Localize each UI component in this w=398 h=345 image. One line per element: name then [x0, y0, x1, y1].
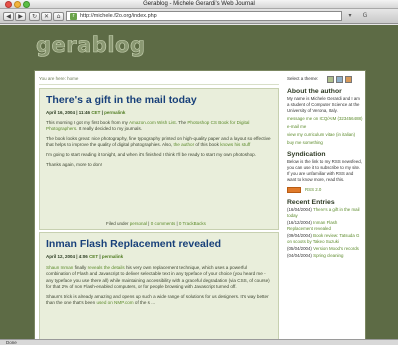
sidebar: Select a theme: About the author My name… [287, 75, 363, 260]
post-body: This morning I got my first book from my… [46, 120, 272, 172]
recent-entry[interactable]: (04/04/2004) Spring cleaning [287, 253, 363, 259]
home-button[interactable]: ⌂ [53, 12, 64, 21]
about-text: My name is Michele Gerardi and I am a st… [287, 96, 360, 113]
filed-under-label: Filed under [106, 221, 130, 226]
entry-date: (16/12/2004) [287, 220, 312, 225]
post-body: Shaun Inman finally reveals the details … [46, 265, 272, 310]
content-container: You are here: home There's a gift in the… [34, 70, 366, 339]
post-text: . The [175, 120, 188, 125]
site-favicon-icon: r [70, 13, 77, 20]
syndication-text: Below is the link to my RSS newsfeed, yo… [287, 159, 362, 182]
post-text: Shaun's trick is already amazing and ope… [46, 293, 269, 306]
permalink-link[interactable]: permalink [102, 254, 123, 259]
browser-toolbar: ◀ ▶ ↻ ✕ ⌂ http://michele.f2o.org/index.p… [0, 9, 398, 24]
entry-date: (09/04/2004) [287, 233, 312, 238]
recent-entry[interactable]: (05/04/2004) Version Mood's records [287, 246, 363, 252]
about-heading: About the author [287, 88, 342, 95]
address-dropdown-icon[interactable]: ▾ [344, 12, 356, 20]
permalink-link[interactable]: permalink [104, 110, 125, 115]
about-link-wishlist[interactable]: buy me something [287, 140, 363, 146]
category-link[interactable]: personal [130, 221, 147, 226]
post-text: This morning I got my first book from my [46, 120, 129, 125]
syndication-heading: Syndication [287, 151, 326, 158]
about-link-icq[interactable]: message me on ICQ/AIM (323456488) [287, 116, 363, 122]
post-text: . It really decided to my journals. [76, 126, 143, 132]
divider [39, 84, 279, 85]
post-meta: April 16, 2004 | 11:46 CET | permalink [46, 110, 126, 115]
blog-post: There's a gift in the mail today April 1… [39, 88, 279, 230]
recent-entry[interactable]: (16/12/2004) Inman Flash Replacement rev… [287, 220, 363, 232]
entry-link[interactable]: Version Mood's records [313, 246, 359, 251]
theme-orange-swatch[interactable] [345, 76, 352, 83]
post-timezone-link[interactable]: CET [89, 254, 98, 259]
post-text: of the s ... [133, 300, 156, 306]
post-footer: Filed under personal | 0 comments | 0 Tr… [106, 221, 206, 227]
post-text: of this book [194, 142, 221, 148]
site-logo[interactable]: gerablog [36, 33, 146, 58]
entry-date: (05/04/2004) [287, 246, 312, 251]
stuff-link[interactable]: knows his stuff [220, 142, 250, 147]
trackbacks-link[interactable]: 0 TrackBacks [179, 221, 206, 226]
rss-feed-link[interactable]: RSS 2.0 [287, 186, 363, 194]
search-engine-icon[interactable]: G [358, 12, 372, 20]
post-text: finally [73, 265, 88, 270]
nmp-link[interactable]: used on NMP.com [96, 300, 133, 305]
rss-icon [287, 187, 301, 193]
post-title[interactable]: There's a gift in the mail today [46, 94, 197, 107]
shaun-inman-link[interactable]: Shaun Inman [46, 265, 73, 270]
post-date: April 16, 2004 | 11:46 [46, 110, 91, 115]
forward-button[interactable]: ▶ [15, 12, 26, 21]
window-title: Gerablog - Michele Gerardi's Web Journal [143, 1, 255, 7]
post-meta: April 12, 2004 | 4:06 CET | permalink [46, 254, 124, 259]
post-date: April 12, 2004 | 4:06 [46, 254, 88, 259]
web-page: gerablog You are here: home There's a gi… [0, 25, 398, 339]
rss-label[interactable]: RSS 2.0 [305, 186, 321, 194]
comments-link[interactable]: 0 comments [151, 221, 176, 226]
back-button[interactable]: ◀ [3, 12, 14, 21]
stop-button[interactable]: ✕ [41, 12, 52, 21]
status-bar: Done [0, 339, 398, 345]
recent-entry[interactable]: (09/04/2004) Book review: Tatsuda G on s… [287, 233, 363, 245]
entry-date: (16/04/2004) [287, 207, 312, 212]
author-link[interactable]: the author [173, 142, 194, 147]
post-text: I'm going to start reading it tonight, a… [46, 152, 256, 158]
theme-green-swatch[interactable] [327, 76, 334, 83]
blog-post: Inman Flash Replacement revealed April 1… [39, 232, 279, 339]
theme-label: Select a theme: [287, 76, 319, 81]
entry-link[interactable]: Spring cleaning [313, 253, 343, 258]
post-title[interactable]: Inman Flash Replacement revealed [46, 238, 221, 251]
theme-selector: Select a theme: [287, 75, 363, 83]
title-bar: Gerablog - Michele Gerardi's Web Journal [0, 0, 398, 9]
post-text: Thanks again, more to don! [46, 162, 102, 168]
browser-window: Gerablog - Michele Gerardi's Web Journal… [0, 0, 398, 345]
wishlist-link[interactable]: Amazon.com Wish List [129, 120, 176, 125]
about-link-cv[interactable]: view my curriculum vitae (in italian) [287, 132, 363, 138]
recent-entries-heading: Recent Entries [287, 199, 335, 206]
about-link-email[interactable]: e-mail me [287, 124, 363, 130]
details-link[interactable]: reveals the details [88, 265, 125, 270]
reload-button[interactable]: ↻ [29, 12, 40, 21]
recent-entry[interactable]: (16/04/2004) There's a gift in the mail … [287, 207, 363, 219]
address-field[interactable]: http://michele.f2o.org/index.php [66, 11, 342, 21]
post-timezone-link[interactable]: CET [91, 110, 100, 115]
entry-date: (04/04/2004) [287, 253, 312, 258]
theme-blue-swatch[interactable] [336, 76, 343, 83]
breadcrumb: You are here: home [39, 76, 79, 81]
